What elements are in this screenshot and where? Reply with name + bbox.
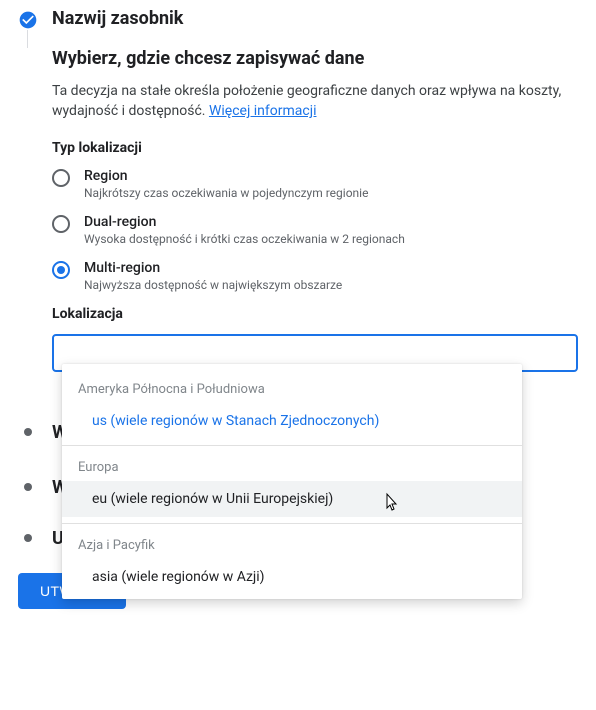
dropdown-group-europe: Europa <box>62 446 522 481</box>
radio-dual-region[interactable]: Dual-region Wysoka dostępność i krótki c… <box>52 214 578 246</box>
radio-sublabel: Najkrótszy czas oczekiwania w pojedynczy… <box>84 186 368 200</box>
radio-icon <box>52 215 70 233</box>
radio-icon <box>52 169 70 187</box>
radio-label: Multi-region <box>84 260 342 276</box>
location-type-radio-group: Region Najkrótszy czas oczekiwania w poj… <box>52 168 578 292</box>
radio-sublabel: Wysoka dostępność i krótki czas oczekiwa… <box>84 232 405 246</box>
location-type-label: Typ lokalizacji <box>52 140 578 156</box>
dropdown-option-asia[interactable]: asia (wiele regionów w Azji) <box>62 559 522 595</box>
bullet-icon <box>24 428 32 436</box>
step-title: Wybierz, gdzie chcesz zapisywać dane <box>52 48 578 69</box>
location-dropdown: Ameryka Północna i Południowa us (wiele … <box>62 364 522 599</box>
radio-multi-region[interactable]: Multi-region Najwyższa dostępność w najw… <box>52 260 578 292</box>
step-description: Ta decyzja na stałe określa położenie ge… <box>52 81 578 122</box>
step-choose-location: Wybierz, gdzie chcesz zapisywać dane Ta … <box>18 48 578 612</box>
bullet-icon <box>24 534 32 542</box>
radio-icon-selected <box>52 261 70 279</box>
more-info-link[interactable]: Więcej informacji <box>209 103 317 119</box>
dropdown-group-americas: Ameryka Północna i Południowa <box>62 368 522 403</box>
step-name-bucket[interactable]: Nazwij zasobnik <box>18 8 578 30</box>
dropdown-option-eu[interactable]: eu (wiele regionów w Unii Europejskiej) <box>62 481 522 517</box>
active-step-icon <box>18 50 38 70</box>
step-connector <box>27 30 28 48</box>
step-title: Nazwij zasobnik <box>52 8 578 29</box>
radio-label: Region <box>84 168 368 184</box>
dropdown-option-us[interactable]: us (wiele regionów w Stanach Zjednoczony… <box>62 403 522 439</box>
location-select-wrapper: Ameryka Północna i Południowa us (wiele … <box>52 334 578 372</box>
radio-sublabel: Najwyższa dostępność w największym obsza… <box>84 278 342 292</box>
check-circle-icon <box>18 10 38 30</box>
radio-region[interactable]: Region Najkrótszy czas oczekiwania w poj… <box>52 168 578 200</box>
location-label: Lokalizacja <box>52 306 578 322</box>
radio-label: Dual-region <box>84 214 405 230</box>
bullet-icon <box>24 483 32 491</box>
dropdown-group-asia: Azja i Pacyfik <box>62 524 522 559</box>
